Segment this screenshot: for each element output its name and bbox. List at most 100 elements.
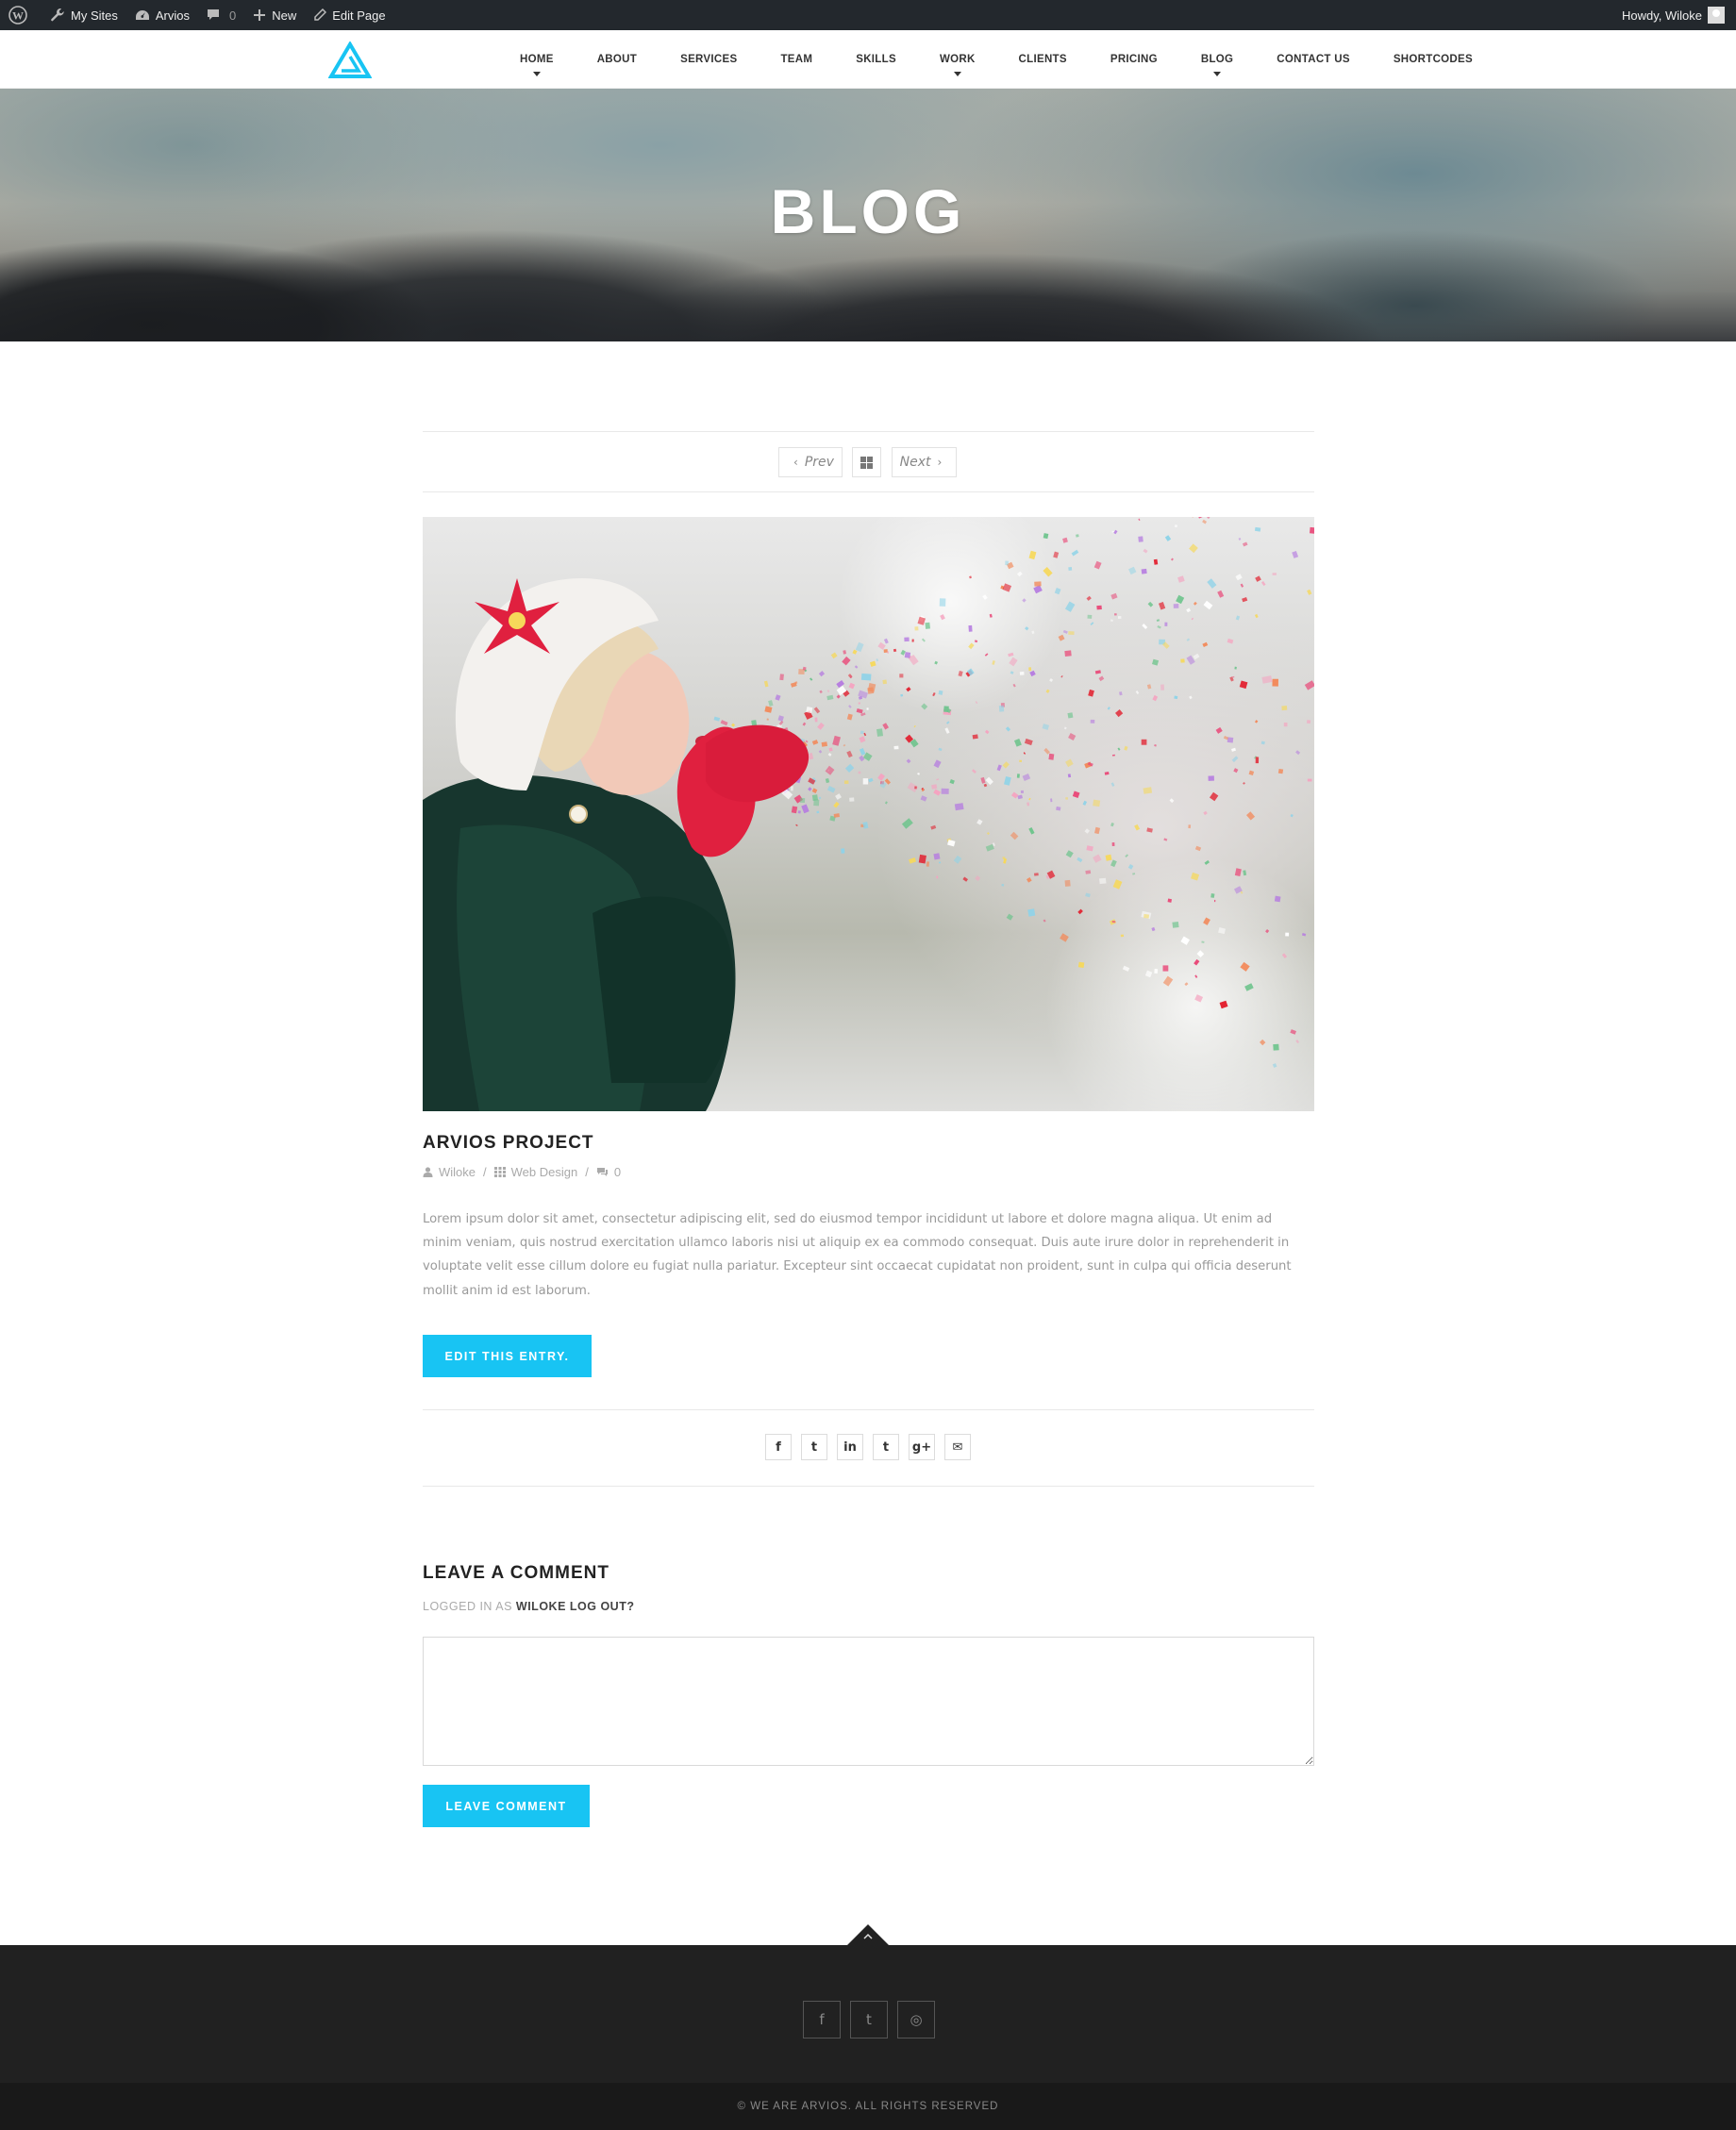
nav-item-home[interactable]: HOME [498, 30, 576, 89]
confetti-piece [1076, 534, 1079, 538]
confetti-piece [1285, 932, 1290, 937]
confetti-piece [826, 786, 836, 793]
new-content-link[interactable]: New [244, 0, 305, 30]
back-to-top-button[interactable] [845, 1922, 891, 1947]
share-linkedin-icon[interactable]: in [837, 1434, 863, 1460]
logged-in-user-link[interactable]: WILOKE [516, 1600, 566, 1613]
confetti-piece [876, 728, 884, 737]
confetti-piece [1065, 797, 1068, 800]
nav-item-about[interactable]: ABOUT [576, 30, 659, 89]
nav-item-pricing[interactable]: PRICING [1089, 30, 1179, 89]
confetti-piece [1016, 774, 1020, 778]
nav-item-blog[interactable]: BLOG [1179, 30, 1255, 89]
confetti-piece [860, 730, 864, 735]
confetti-piece [1086, 845, 1093, 852]
share-tumblr-icon[interactable]: t [873, 1434, 899, 1460]
nav-item-skills[interactable]: SKILLS [834, 30, 918, 89]
confetti-piece [1243, 782, 1245, 785]
confetti-piece [1172, 921, 1179, 928]
nav-item-clients[interactable]: CLIENTS [997, 30, 1089, 89]
confetti-piece [1210, 893, 1215, 898]
grid-view-button[interactable] [852, 447, 881, 477]
next-label: Next [899, 455, 931, 470]
confetti-piece [962, 876, 968, 882]
confetti-piece [1027, 802, 1030, 807]
confetti-piece [1162, 965, 1169, 972]
confetti-piece [1110, 859, 1117, 868]
confetti-piece [1310, 526, 1314, 534]
wordpress-logo-icon[interactable]: W [0, 0, 42, 30]
next-post-button[interactable]: Next › [892, 447, 957, 477]
share-google-plus-icon[interactable]: g+ [909, 1434, 935, 1460]
prev-post-button[interactable]: ‹ Prev [778, 447, 843, 477]
confetti-piece [816, 810, 820, 814]
comment-textarea[interactable] [423, 1637, 1314, 1766]
confetti-piece [904, 637, 910, 642]
confetti-piece [925, 622, 930, 629]
nav-item-team[interactable]: TEAM [759, 30, 834, 89]
confetti-piece [819, 690, 823, 694]
footer-facebook-icon[interactable]: f [803, 2001, 841, 2038]
my-sites-link[interactable]: My Sites [42, 0, 126, 30]
confetti-piece [1248, 770, 1255, 776]
confetti-piece [825, 777, 830, 784]
confetti-piece [1207, 517, 1210, 520]
confetti-piece [972, 734, 978, 740]
site-name-label: Arvios [155, 8, 190, 23]
confetti-piece [841, 848, 845, 854]
account-menu[interactable]: Howdy, Wiloke [1613, 0, 1736, 30]
confetti-piece [835, 793, 842, 800]
confetti-piece [1170, 557, 1174, 561]
logout-link[interactable]: LOG OUT? [570, 1600, 635, 1613]
confetti-piece [1117, 747, 1121, 751]
confetti-piece [1077, 961, 1085, 968]
confetti-piece [1090, 622, 1094, 626]
share-icons: f t in t g+ ✉ [765, 1434, 971, 1460]
post-author-link[interactable]: Wiloke [439, 1165, 476, 1179]
confetti-piece [1153, 558, 1159, 565]
comment-heading: LEAVE A COMMENT [423, 1563, 609, 1583]
confetti-piece [1191, 617, 1194, 621]
confetti-piece [1019, 759, 1023, 762]
confetti-piece [1093, 854, 1102, 863]
confetti-piece [917, 773, 920, 775]
confetti-piece [1304, 680, 1314, 691]
confetti-piece [763, 680, 769, 688]
post-comment-count[interactable]: 0 [614, 1165, 621, 1179]
edit-page-link[interactable]: Edit Page [305, 0, 393, 30]
my-sites-label: My Sites [71, 8, 118, 23]
site-name-link[interactable]: Arvios [126, 0, 198, 30]
confetti-piece [768, 700, 774, 707]
nav-item-shortcodes[interactable]: SHORTCODES [1372, 30, 1494, 89]
arvios-logo-icon[interactable] [328, 42, 372, 79]
confetti-piece [1307, 589, 1312, 595]
confetti-piece [980, 776, 986, 784]
confetti-piece [1203, 600, 1213, 610]
confetti-piece [998, 705, 1005, 712]
nav-item-work[interactable]: WORK [918, 30, 997, 89]
edit-entry-button[interactable]: EDIT THIS ENTRY. [423, 1335, 592, 1377]
confetti-piece [856, 708, 863, 714]
nav-item-contact-us[interactable]: CONTACT US [1255, 30, 1372, 89]
confetti-piece [906, 758, 911, 764]
nav-item-services[interactable]: SERVICES [659, 30, 759, 89]
footer-dribbble-icon[interactable]: ◎ [897, 2001, 935, 2038]
confetti-piece [1173, 604, 1179, 608]
footer-twitter-icon[interactable]: t [850, 2001, 888, 2038]
confetti-piece [817, 722, 825, 730]
share-email-icon[interactable]: ✉ [944, 1434, 971, 1460]
leave-comment-button[interactable]: LEAVE COMMENT [423, 1785, 590, 1827]
share-twitter-icon[interactable]: t [801, 1434, 827, 1460]
post-category-link[interactable]: Web Design [511, 1165, 578, 1179]
comments-link[interactable]: 0 [198, 0, 244, 30]
confetti-piece [944, 727, 950, 734]
woman-blowing-confetti-illustration [423, 517, 1314, 1111]
share-facebook-icon[interactable]: f [765, 1434, 792, 1460]
confetti-piece [1017, 794, 1023, 800]
dashboard-icon [135, 10, 149, 20]
confetti-piece [1104, 771, 1110, 775]
chevron-left-icon: ‹ [793, 456, 798, 469]
confetti-piece [1290, 813, 1294, 818]
confetti-piece [1169, 798, 1175, 804]
confetti-piece [859, 736, 866, 743]
